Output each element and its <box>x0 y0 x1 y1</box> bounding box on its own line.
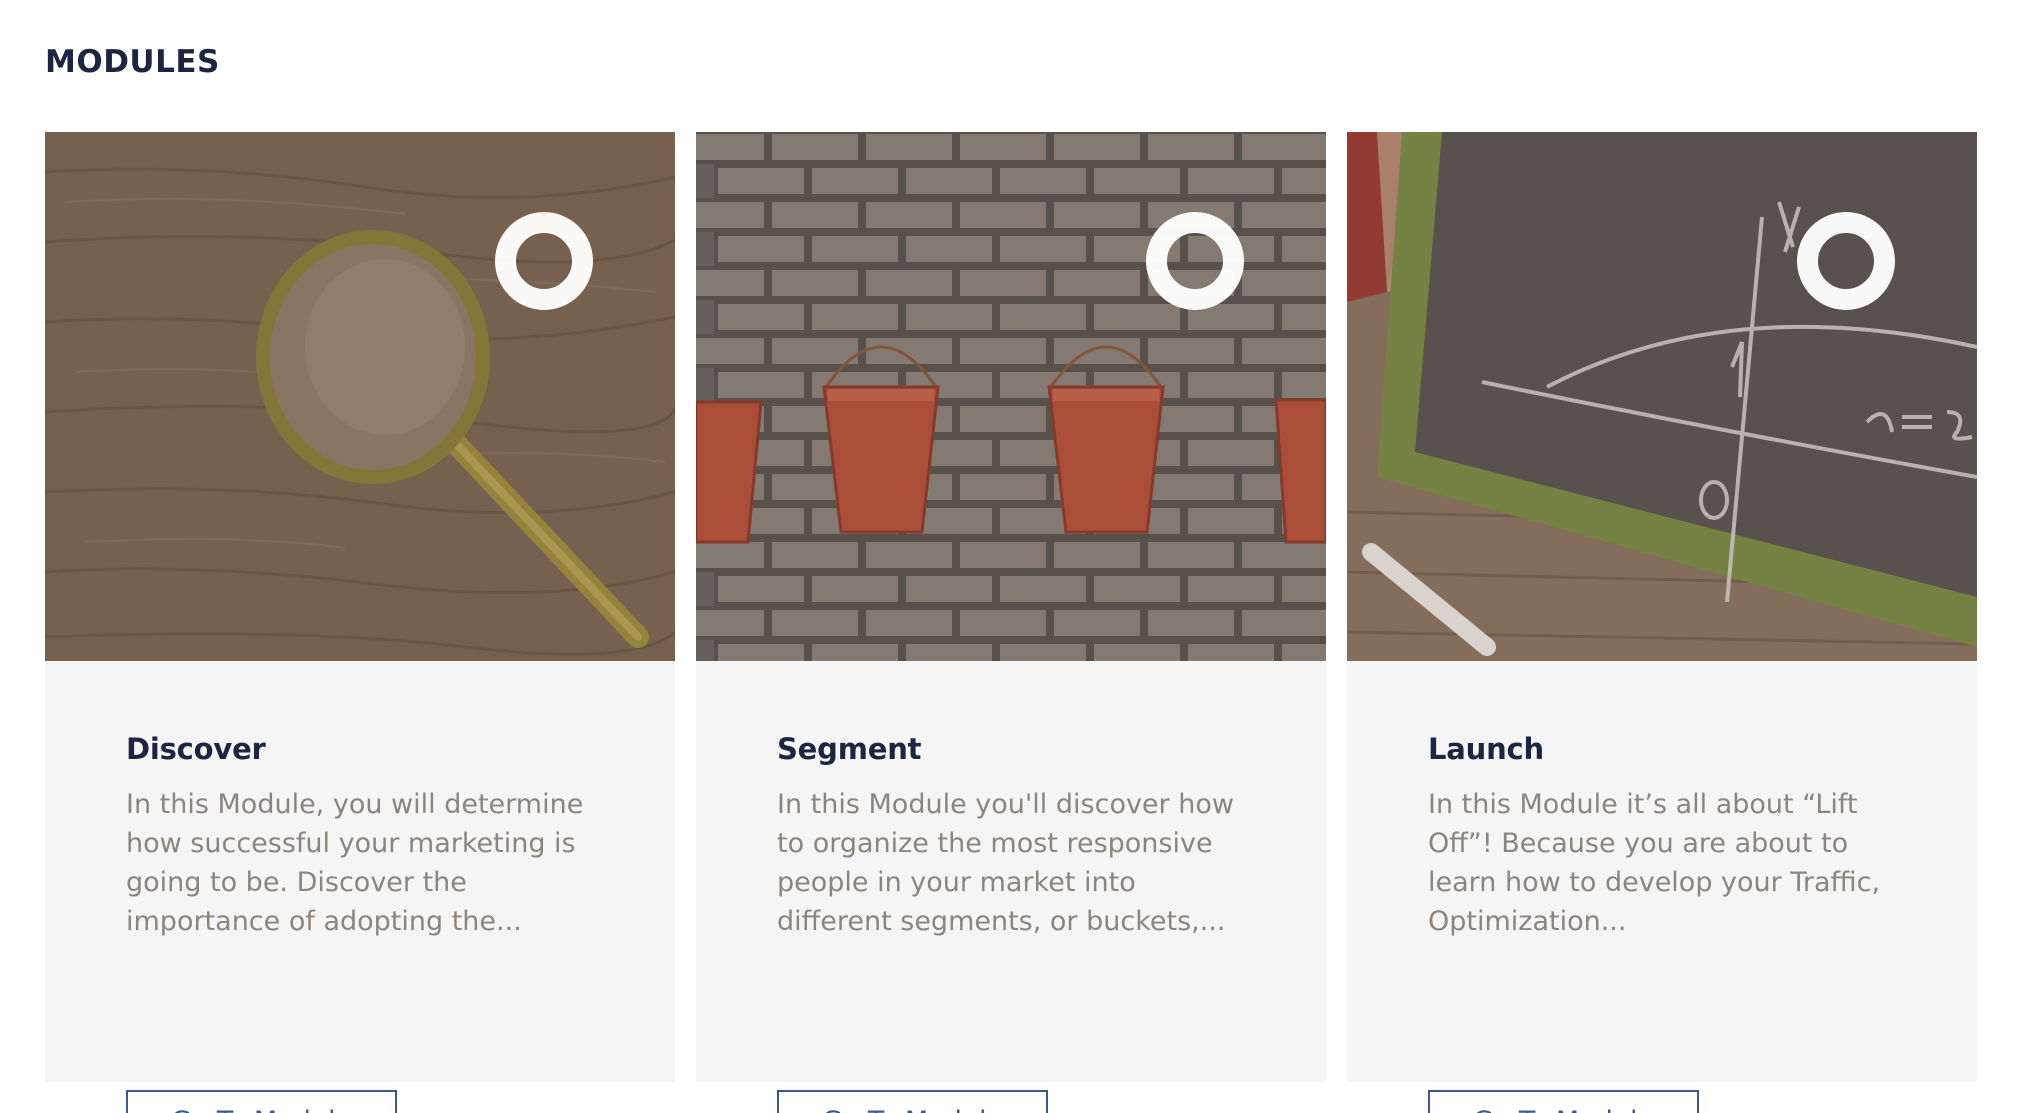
module-card-body: Discover In this Module, you will determ… <box>126 732 606 1113</box>
go-to-module-button[interactable]: Go To Module <box>1428 1090 1699 1113</box>
progress-ring-icon <box>1797 212 1895 310</box>
magnifying-glass-illustration <box>45 132 675 661</box>
module-card-launch: Launch In this Module it’s all about “Li… <box>1347 132 1977 1113</box>
go-to-module-button[interactable]: Go To Module <box>777 1090 1048 1113</box>
module-description: In this Module you'll discover how to or… <box>777 789 1234 937</box>
module-card-discover: Discover In this Module, you will determ… <box>45 132 675 1113</box>
modules-grid: Discover In this Module, you will determ… <box>45 132 1977 1113</box>
chalkboard-illustration <box>1347 132 1977 661</box>
module-card-body: Launch In this Module it’s all about “Li… <box>1428 732 1908 1113</box>
progress-ring-icon <box>495 212 593 310</box>
module-description: In this Module, you will determine how s… <box>126 789 584 937</box>
module-description: In this Module it’s all about “Lift Off”… <box>1428 789 1881 937</box>
progress-ring-icon <box>1146 212 1244 310</box>
module-image-magnifying-glass[interactable] <box>45 132 675 661</box>
module-image-buckets[interactable] <box>696 132 1326 661</box>
module-card-body: Segment In this Module you'll discover h… <box>777 732 1257 1113</box>
module-title: Launch <box>1428 732 1544 766</box>
module-card-segment: Segment In this Module you'll discover h… <box>696 132 1326 1113</box>
modules-page: MODULES Discover In this Module, you wil… <box>0 0 2032 1113</box>
buckets-illustration <box>696 132 1326 661</box>
go-to-module-button[interactable]: Go To Module <box>126 1090 397 1113</box>
module-title: Segment <box>777 732 922 766</box>
module-image-chalkboard[interactable] <box>1347 132 1977 661</box>
module-title: Discover <box>126 732 266 766</box>
section-title: MODULES <box>45 44 220 80</box>
